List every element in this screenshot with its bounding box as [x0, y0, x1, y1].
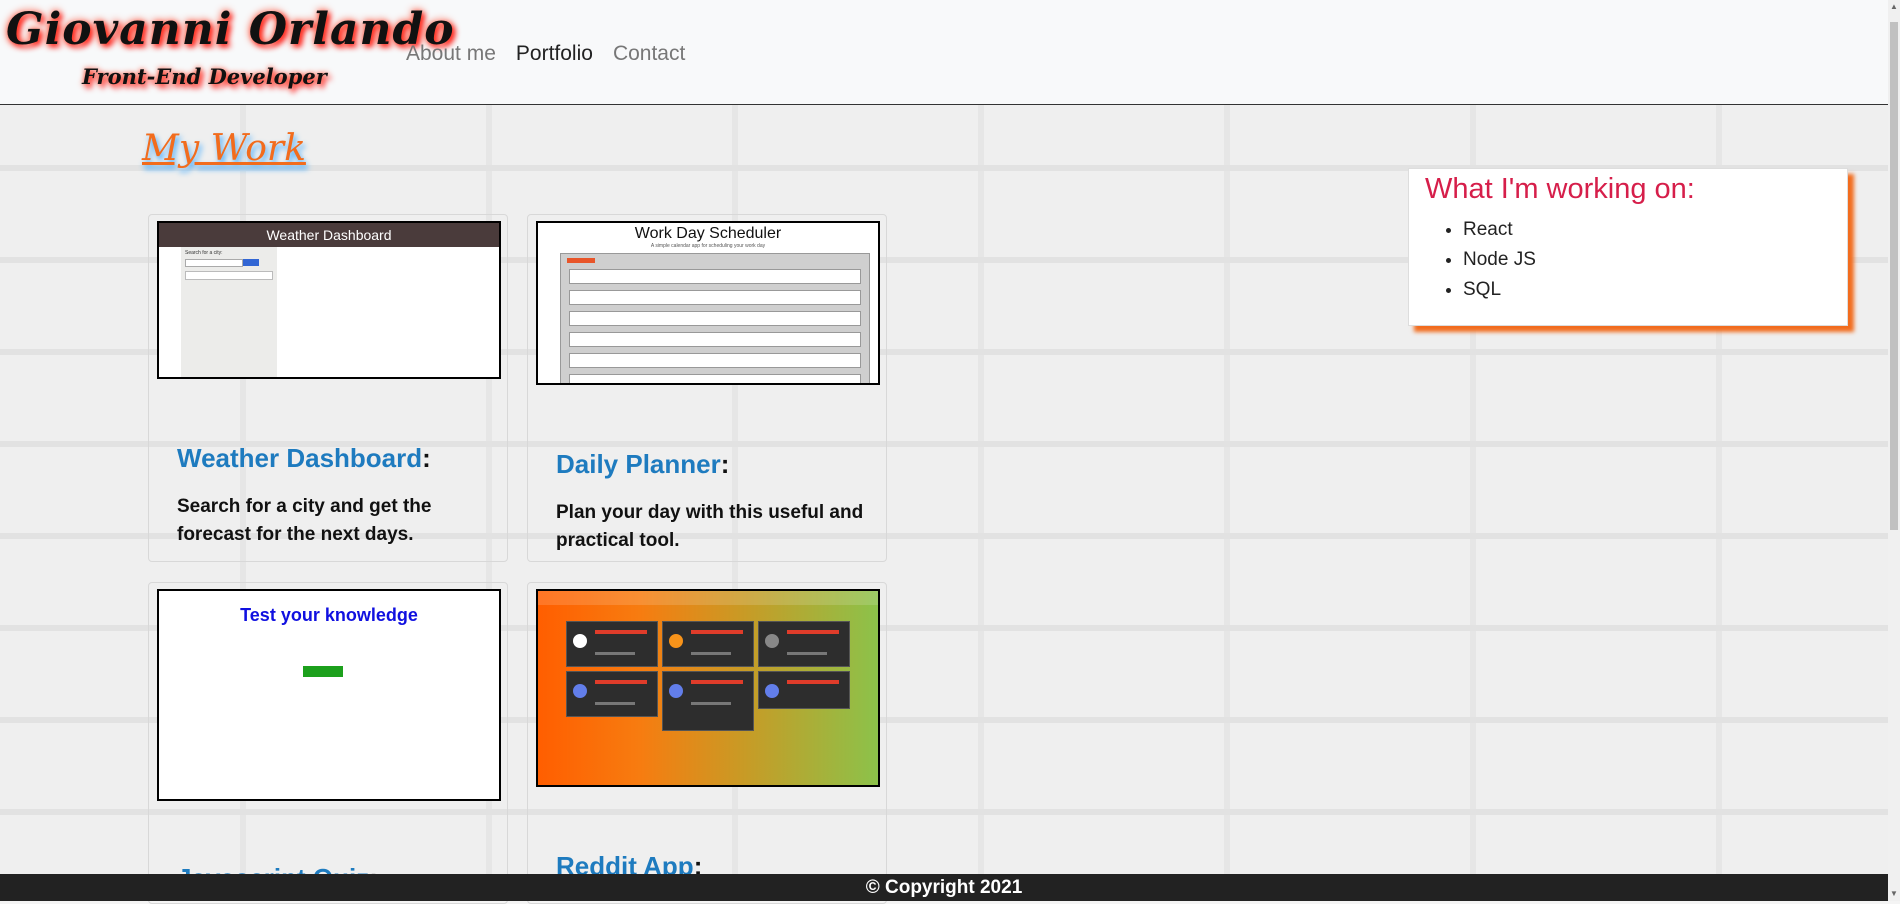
- thumb-gradient: [538, 591, 878, 785]
- thumb-date-badge: [567, 258, 595, 263]
- list-item: Node JS: [1463, 245, 1536, 275]
- project-card-reddit: Reddit App:: [527, 582, 887, 904]
- navbar: Giovanni Orlando Front-End Developer Abo…: [0, 0, 1888, 105]
- section-title: My Work: [142, 128, 306, 169]
- project-thumbnail[interactable]: Weather Dashboard Search for a city:: [157, 221, 501, 379]
- thumb-row: [569, 290, 861, 305]
- project-title-link[interactable]: Daily Planner: [556, 449, 721, 479]
- thumb-tile: [566, 671, 658, 717]
- project-title-link[interactable]: Weather Dashboard: [177, 443, 422, 473]
- brand-name[interactable]: Giovanni Orlando: [6, 4, 455, 55]
- thumb-header: Work Day Scheduler: [634, 225, 782, 242]
- thumb-start-button: [303, 666, 343, 677]
- thumb-tile: [566, 621, 658, 667]
- thumb-tile: [758, 621, 850, 667]
- project-card-planner: Work Day Scheduler A simple calendar app…: [527, 214, 887, 562]
- thumb-tile: [662, 621, 754, 667]
- project-card-weather: Weather Dashboard Search for a city: Wea…: [148, 214, 508, 562]
- project-description: Plan your day with this useful and pract…: [556, 502, 864, 551]
- working-on-title: What I'm working on:: [1425, 173, 1695, 205]
- nav-contact[interactable]: Contact: [613, 42, 685, 66]
- nav-links: About me Portfolio Contact: [406, 42, 685, 66]
- thumb-row: [569, 311, 861, 326]
- working-on-panel: What I'm working on: React Node JS SQL: [1408, 168, 1848, 326]
- scroll-down-icon[interactable]: ▼: [1889, 889, 1899, 899]
- project-thumbnail[interactable]: Work Day Scheduler A simple calendar app…: [536, 221, 880, 385]
- project-title[interactable]: Weather Dashboard:: [177, 443, 431, 474]
- scroll-thumb[interactable]: [1890, 22, 1898, 530]
- project-thumbnail[interactable]: [536, 589, 880, 787]
- thumb-input: [185, 259, 243, 267]
- thumb-row: [569, 269, 861, 284]
- thumb-subheader: A simple calendar app for scheduling you…: [650, 243, 766, 249]
- brand-role: Front-End Developer: [82, 64, 327, 89]
- project-title[interactable]: Daily Planner:: [556, 449, 729, 480]
- thumb-row: [569, 353, 861, 368]
- thumb-label: Search for a city:: [185, 250, 223, 256]
- project-thumbnail[interactable]: Test your knowledge: [157, 589, 501, 801]
- project-description: Search for a city and get the forecast f…: [177, 496, 432, 545]
- list-item: React: [1463, 215, 1536, 245]
- thumb-navbar: [538, 591, 878, 605]
- list-item: SQL: [1463, 275, 1536, 305]
- thumb-timeblocks: [560, 253, 870, 383]
- thumb-header: Test your knowledge: [240, 605, 418, 625]
- thumb-tile: [662, 671, 754, 731]
- thumb-header: Weather Dashboard: [159, 223, 499, 247]
- nav-portfolio[interactable]: Portfolio: [516, 42, 593, 66]
- thumb-row: [569, 332, 861, 347]
- thumb-sidebar: Search for a city:: [181, 247, 277, 377]
- thumb-tile: [758, 671, 850, 709]
- working-on-list: React Node JS SQL: [1443, 215, 1536, 305]
- thumb-select: [185, 271, 273, 280]
- scrollbar[interactable]: ▲ ▼: [1888, 0, 1900, 901]
- project-card-quiz: Test your knowledge Javascript Quiz:: [148, 582, 508, 904]
- nav-about-me[interactable]: About me: [406, 42, 496, 66]
- footer: © Copyright 2021: [0, 874, 1888, 901]
- scroll-up-icon[interactable]: ▲: [1889, 2, 1899, 12]
- thumb-button: [243, 259, 259, 266]
- thumb-row: [569, 374, 861, 383]
